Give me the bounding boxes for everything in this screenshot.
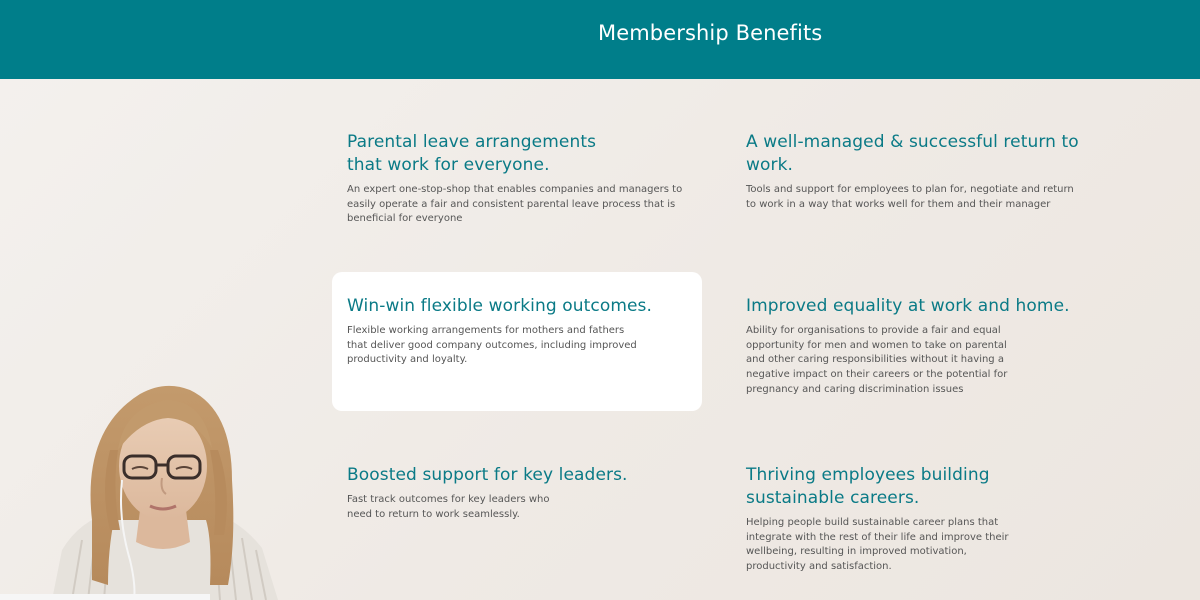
benefit-description: Helping people build sustainable career … xyxy=(746,517,1009,573)
benefit-description: Flexible working arrangements for mother… xyxy=(347,325,637,366)
benefit-parental-leave: Parental leave arrangements that work fo… xyxy=(347,131,707,227)
benefit-title: Thriving employees building sustainable … xyxy=(746,465,990,508)
benefit-title: Improved equality at work and home. xyxy=(746,296,1070,316)
benefit-description: Ability for organisations to provide a f… xyxy=(746,325,1008,395)
benefit-title: A well-managed & successful return to wo… xyxy=(746,132,1079,175)
benefit-title: Parental leave arrangements that work fo… xyxy=(347,132,597,175)
benefit-sustainable-careers: Thriving employees building sustainable … xyxy=(746,464,1116,575)
benefit-key-leaders: Boosted support for key leaders. Fast tr… xyxy=(347,464,707,522)
benefit-title: Win-win flexible working outcomes. xyxy=(347,296,653,316)
benefit-description: Tools and support for employees to plan … xyxy=(746,184,1074,210)
benefit-return-to-work: A well-managed & successful return to wo… xyxy=(746,131,1116,212)
benefit-flexible-working: Win-win flexible working outcomes. Flexi… xyxy=(347,295,692,368)
benefit-description: Fast track outcomes for key leaders who … xyxy=(347,494,550,520)
page-title: Membership Benefits xyxy=(598,21,823,45)
page-header: Membership Benefits xyxy=(0,0,1200,79)
woman-with-laptop-photo xyxy=(0,385,278,600)
benefit-title: Boosted support for key leaders. xyxy=(347,465,628,485)
benefit-description: An expert one-stop-shop that enables com… xyxy=(347,184,683,225)
benefit-equality: Improved equality at work and home. Abil… xyxy=(746,295,1116,398)
